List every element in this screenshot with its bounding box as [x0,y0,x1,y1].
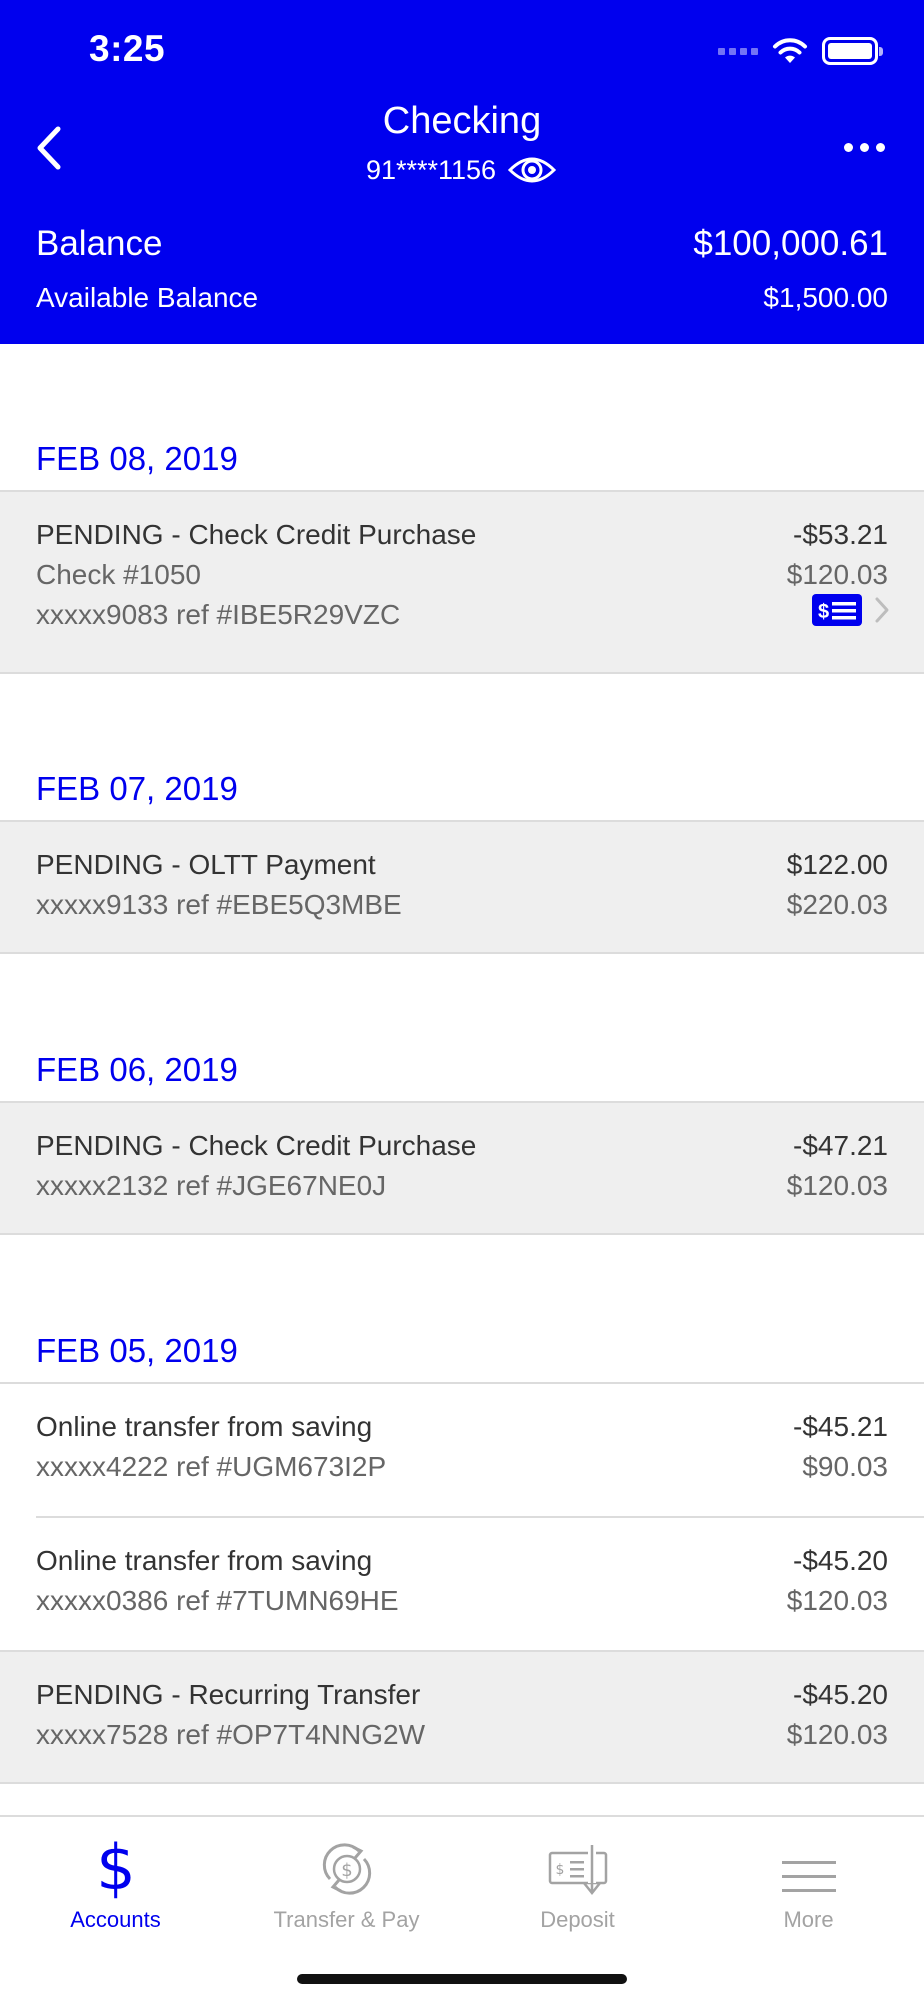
running-balance: $90.03 [802,1451,888,1482]
balance-value: $100,000.61 [693,224,888,263]
transaction-reference: xxxxx0386 ref #7TUMN69HE [36,1585,399,1616]
check-image-icon: $ [812,594,862,626]
page-title: Checking [382,100,542,142]
transaction-title: PENDING - OLTT Payment [36,849,376,880]
tab-transfer-pay[interactable]: $ Transfer & Pay [231,1817,462,1937]
show-account-number-button[interactable] [508,153,558,187]
transaction-row[interactable]: PENDING - Check Credit Purchase xxxxx213… [0,1101,924,1235]
transaction-row[interactable]: Online transfer from saving xxxxx4222 re… [0,1382,924,1516]
account-number-row: 91****1156 [0,153,924,187]
running-balance: $120.03 [786,1585,888,1616]
transaction-title: Online transfer from saving [36,1545,373,1576]
view-check-image-button[interactable]: $ [812,594,890,626]
ellipsis-icon [843,142,853,152]
chevron-right-icon [875,597,889,623]
check-deposit-icon: $ [548,1843,607,1896]
transaction-amount: -$53.21 [793,519,888,550]
transaction-row[interactable]: PENDING - OLTT Payment xxxxx9133 ref #EB… [0,820,924,954]
transaction-row[interactable]: PENDING - Recurring Transfer xxxxx7528 r… [0,1650,924,1784]
eye-icon [508,157,557,183]
transaction-amount: -$47.21 [793,1130,888,1161]
svg-text:$: $ [555,1862,564,1878]
running-balance: $120.03 [786,1719,888,1750]
svg-text:$: $ [341,1860,352,1881]
transaction-row[interactable]: PENDING - Check Credit Purchase Check #1… [0,490,924,674]
transaction-title: PENDING - Check Credit Purchase [36,519,477,550]
available-balance-label: Available Balance [36,282,259,313]
date-header: FEB 08, 2019 [36,440,238,477]
balance-label: Balance [36,224,163,263]
transaction-check-number: Check #1050 [36,559,202,590]
tab-label: Accounts [70,1907,161,1932]
tab-accounts[interactable]: $ Accounts [0,1817,231,1937]
transaction-reference: xxxxx7528 ref #OP7T4NNG2W [36,1719,426,1750]
more-options-button[interactable] [832,124,896,170]
running-balance: $120.03 [786,1170,888,1201]
transaction-reference: xxxxx9083 ref #IBE5R29VZC [36,599,401,630]
svg-text:$: $ [96,1835,135,1899]
transaction-amount: -$45.21 [793,1411,888,1442]
svg-text:$: $ [818,601,829,623]
cellular-signal-icon [718,47,758,55]
hamburger-menu-icon [781,1861,836,1892]
tab-label: More [783,1907,834,1932]
status-indicators [718,34,883,68]
transaction-reference: xxxxx9133 ref #EBE5Q3MBE [36,889,402,920]
tab-label: Transfer & Pay [273,1907,420,1932]
bottom-tab-bar: $ Accounts $ Transfer & Pay $ Deposit Mo… [0,1815,924,2000]
transaction-reference: xxxxx4222 ref #UGM673I2P [36,1451,387,1482]
dollar-icon: $ [96,1835,135,1899]
wifi-icon [773,38,807,63]
transaction-amount: $122.00 [786,849,888,880]
running-balance: $120.03 [786,559,888,590]
transaction-amount: -$45.20 [793,1679,888,1710]
battery-icon [822,37,883,65]
status-time: 3:25 [89,28,166,69]
transaction-title: PENDING - Recurring Transfer [36,1679,421,1710]
transaction-amount: -$45.20 [793,1545,888,1576]
transaction-title: Online transfer from saving [36,1411,373,1442]
transaction-reference: xxxxx2132 ref #JGE67NE0J [36,1170,387,1201]
transaction-row[interactable]: Online transfer from saving xxxxx0386 re… [0,1516,924,1650]
account-header: 3:25 Checking 91****1156 Balance $100,00… [0,0,924,344]
transfer-pay-icon: $ [322,1843,371,1895]
date-header: FEB 06, 2019 [36,1051,238,1088]
date-header: FEB 07, 2019 [36,770,238,807]
date-header: FEB 05, 2019 [36,1332,238,1369]
tab-label: Deposit [540,1907,615,1932]
transaction-title: PENDING - Check Credit Purchase [36,1130,477,1161]
tab-more[interactable]: More [693,1817,924,1937]
home-indicator[interactable] [297,1974,627,1984]
available-balance-value: $1,500.00 [763,282,888,313]
account-number: 91****1156 [365,154,497,185]
tab-deposit[interactable]: $ Deposit [462,1817,693,1937]
running-balance: $220.03 [786,889,888,920]
